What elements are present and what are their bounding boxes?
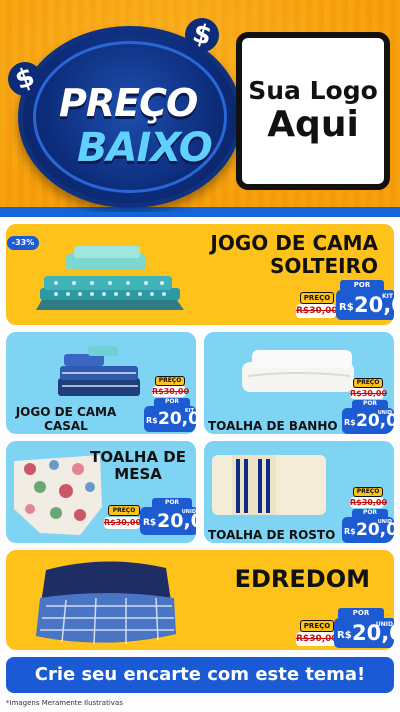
preco-baixo-badge: PREÇO BAIXO bbox=[18, 26, 242, 208]
logo-text-line1: Sua Logo bbox=[248, 76, 378, 106]
por-label: POR bbox=[338, 608, 384, 618]
product-card-toalha-rosto[interactable]: TOALHA DE ROSTO PREÇO R$30,00 POR R$ 20,… bbox=[202, 439, 396, 545]
header-banner: $ $ PREÇO BAIXO Sua Logo Aqui bbox=[0, 0, 400, 212]
product-title: JOGO DE CAMA CASAL bbox=[15, 405, 117, 433]
old-price-label: PREÇO bbox=[108, 505, 140, 516]
old-price: R$30,00 bbox=[296, 632, 338, 646]
bedding-image bbox=[36, 246, 184, 310]
old-price-label: PREÇO bbox=[353, 378, 383, 388]
old-price: R$30,00 bbox=[152, 386, 190, 397]
new-price: R$ 20,00 KIT bbox=[144, 406, 196, 432]
old-price-label: PREÇO bbox=[155, 376, 185, 386]
product-title: TOALHA DE ROSTO bbox=[208, 528, 336, 542]
new-price: R$ 20,00 UNID bbox=[334, 618, 394, 648]
product-title: JOGO DE CAMA SOLTEIRO bbox=[210, 231, 378, 278]
new-price: R$ 20,00 UNID bbox=[342, 517, 394, 543]
product-title: TOALHA DE BANHO bbox=[208, 419, 338, 433]
badge-title-preco: PREÇO bbox=[59, 81, 198, 125]
towel-image bbox=[242, 350, 354, 392]
product-title: TOALHA DE MESA bbox=[90, 448, 186, 484]
por-label: POR bbox=[352, 509, 388, 517]
logo-placeholder[interactable]: Sua Logo Aqui bbox=[236, 32, 390, 190]
product-card-edredom[interactable]: EDREDOM POR PREÇO R$30,00 R$ 20,00 UNID bbox=[4, 548, 396, 652]
towel-image bbox=[212, 455, 326, 515]
comforter-image bbox=[36, 561, 176, 645]
old-price: R$30,00 bbox=[350, 497, 388, 508]
old-price: R$30,00 bbox=[350, 388, 388, 399]
old-price-label: PREÇO bbox=[353, 487, 383, 497]
discount-badge: -33% bbox=[7, 236, 39, 250]
por-label: POR bbox=[154, 398, 190, 406]
badge-title-baixo: BAIXO bbox=[77, 125, 213, 171]
new-price: R$ 20,00 UNID bbox=[342, 408, 394, 434]
por-label: POR bbox=[340, 280, 384, 290]
header-divider bbox=[0, 207, 400, 217]
old-price-label: PREÇO bbox=[300, 292, 334, 304]
product-card-jogo-cama-casal[interactable]: JOGO DE CAMA CASAL PREÇO R$30,00 POR R$ 2… bbox=[4, 330, 198, 436]
cta-banner[interactable]: Crie seu encarte com este tema! bbox=[4, 655, 396, 695]
product-card-toalha-banho[interactable]: TOALHA DE BANHO PREÇO R$30,00 POR R$ 20,… bbox=[202, 330, 396, 436]
por-label: POR bbox=[152, 498, 192, 507]
por-label: POR bbox=[352, 400, 388, 408]
product-card-jogo-cama-solteiro[interactable]: JOGO DE CAMA SOLTEIRO POR PREÇO R$30,00 R… bbox=[4, 222, 396, 327]
old-price: R$30,00 bbox=[296, 304, 338, 318]
product-card-toalha-mesa[interactable]: TOALHA DEMESA POR PREÇO R$30,00 R$ 20,00… bbox=[4, 439, 198, 545]
bedding-image bbox=[58, 346, 140, 396]
product-title: EDREDOM bbox=[234, 565, 370, 593]
new-price: R$ 20,00 UNID bbox=[140, 507, 196, 535]
old-price-label: PREÇO bbox=[300, 620, 334, 632]
old-price: R$30,00 bbox=[104, 517, 142, 529]
logo-text-line2: Aqui bbox=[267, 103, 359, 145]
new-price: R$ 20,00 KIT bbox=[336, 290, 394, 320]
disclaimer-note: *Imagens Meramente Ilustrativas bbox=[6, 699, 123, 707]
